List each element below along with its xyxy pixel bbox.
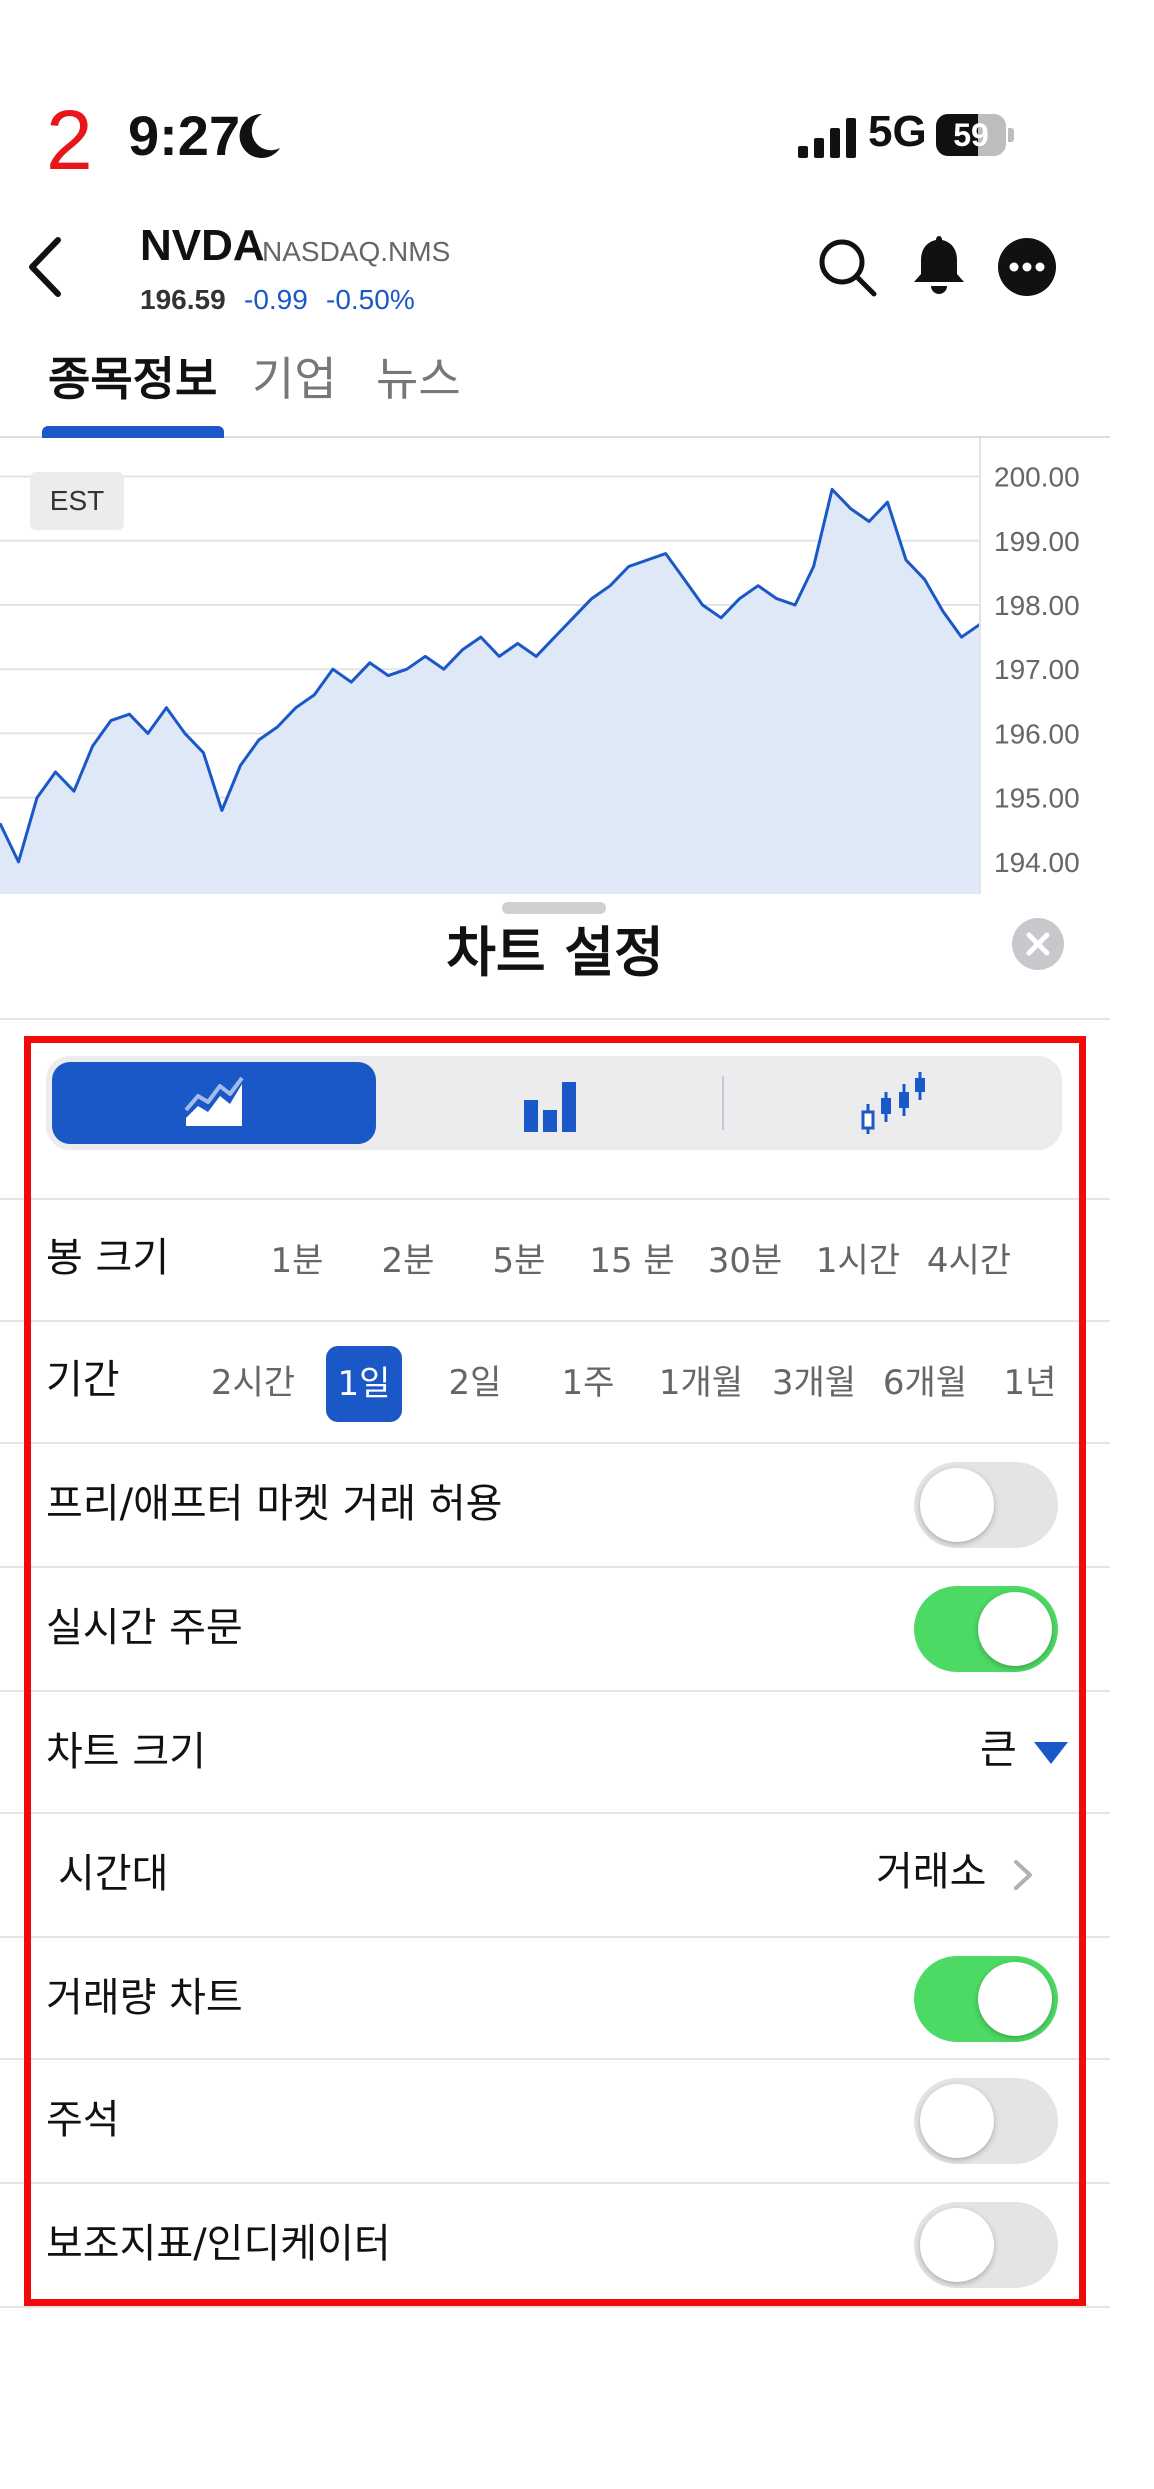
- tab-company[interactable]: 기업: [252, 356, 337, 402]
- price-chart[interactable]: 200.00 199.00 198.00 197.00 196.00 195.00 194.…: [0, 438, 1110, 894]
- current-price: 196.59: [140, 284, 226, 315]
- price-point: [91, 745, 93, 747]
- price-point: [221, 810, 223, 812]
- exchange-label: NASDAQ.NMS: [262, 236, 451, 267]
- price-point: [757, 585, 759, 587]
- price-point: [424, 655, 426, 657]
- highlight-box: [24, 1036, 1086, 2306]
- y-tick-label: 195.00: [994, 783, 1080, 814]
- price-point: [646, 559, 648, 561]
- price-point: [387, 675, 389, 677]
- timezone-badge: EST: [30, 472, 124, 530]
- status-time: 9:27: [128, 104, 241, 167]
- price-point: [295, 707, 297, 709]
- price-point: [942, 610, 944, 612]
- network-type: 5G: [868, 107, 927, 156]
- price-point: [128, 713, 130, 715]
- price-area: [0, 489, 980, 894]
- price-point: [665, 553, 667, 555]
- price-point: [591, 598, 593, 600]
- price-point: [961, 636, 963, 638]
- price-point: [776, 598, 778, 600]
- tab-news[interactable]: 뉴스: [376, 356, 461, 402]
- price-point: [498, 655, 500, 657]
- price-point: [276, 726, 278, 728]
- sheet-handle[interactable]: [502, 902, 606, 914]
- y-tick-label: 199.00: [994, 526, 1080, 557]
- more-options-icon[interactable]: [998, 238, 1056, 296]
- battery-level: 59: [953, 117, 989, 153]
- price-point: [202, 752, 204, 754]
- price-point: [313, 694, 315, 696]
- price-point: [535, 655, 537, 657]
- active-tab-indicator: [42, 426, 224, 438]
- sheet-title: 차트 설정: [446, 921, 664, 984]
- price-point: [905, 559, 907, 561]
- price-point: [369, 662, 371, 664]
- price-point: [36, 797, 38, 799]
- price-point: [850, 508, 852, 510]
- signal-icon: [798, 118, 856, 158]
- divider: [0, 1018, 1110, 1020]
- price-point: [17, 861, 19, 863]
- y-tick-label: 200.00: [994, 462, 1080, 493]
- price-point: [110, 720, 112, 722]
- price-point: [73, 790, 75, 792]
- price-point: [628, 565, 630, 567]
- price-point: [720, 617, 722, 619]
- moon-icon: [239, 113, 280, 158]
- price-point: [572, 617, 574, 619]
- price-point: [868, 520, 870, 522]
- close-icon[interactable]: [1012, 918, 1064, 970]
- price-point: [54, 771, 56, 773]
- price-point: [443, 668, 445, 670]
- price-point: [184, 732, 186, 734]
- battery-icon: 59: [936, 114, 1016, 156]
- price-point: [406, 668, 408, 670]
- price-change-percent: -0.50%: [326, 284, 415, 315]
- price-point: [239, 765, 241, 767]
- y-tick-label: 198.00: [994, 590, 1080, 621]
- price-point: [554, 636, 556, 638]
- price-point: [813, 565, 815, 567]
- price-point: [924, 578, 926, 580]
- price-point: [739, 598, 741, 600]
- bell-icon[interactable]: [910, 232, 968, 298]
- y-tick-label: 194.00: [994, 847, 1080, 878]
- price-point: [165, 707, 167, 709]
- divider: [0, 2306, 1110, 2308]
- price-point: [831, 488, 833, 490]
- price-point: [887, 501, 889, 503]
- price-point: [258, 739, 260, 741]
- price-change: -0.99: [244, 284, 308, 315]
- price-point: [702, 604, 704, 606]
- y-tick-label: 196.00: [994, 718, 1080, 749]
- price-point: [350, 681, 352, 683]
- price-point: [794, 604, 796, 606]
- search-icon[interactable]: [816, 236, 878, 298]
- price-point: [147, 732, 149, 734]
- debug-number: 2: [46, 93, 93, 187]
- price-point: [461, 649, 463, 651]
- ticker-symbol: NVDA: [140, 221, 265, 270]
- price-point: [517, 643, 519, 645]
- price-point: [480, 636, 482, 638]
- tab-stock-info[interactable]: 종목정보: [48, 356, 217, 402]
- price-point: [683, 578, 685, 580]
- price-point: [332, 668, 334, 670]
- y-tick-label: 197.00: [994, 654, 1080, 685]
- price-point: [609, 585, 611, 587]
- back-icon[interactable]: [20, 232, 70, 302]
